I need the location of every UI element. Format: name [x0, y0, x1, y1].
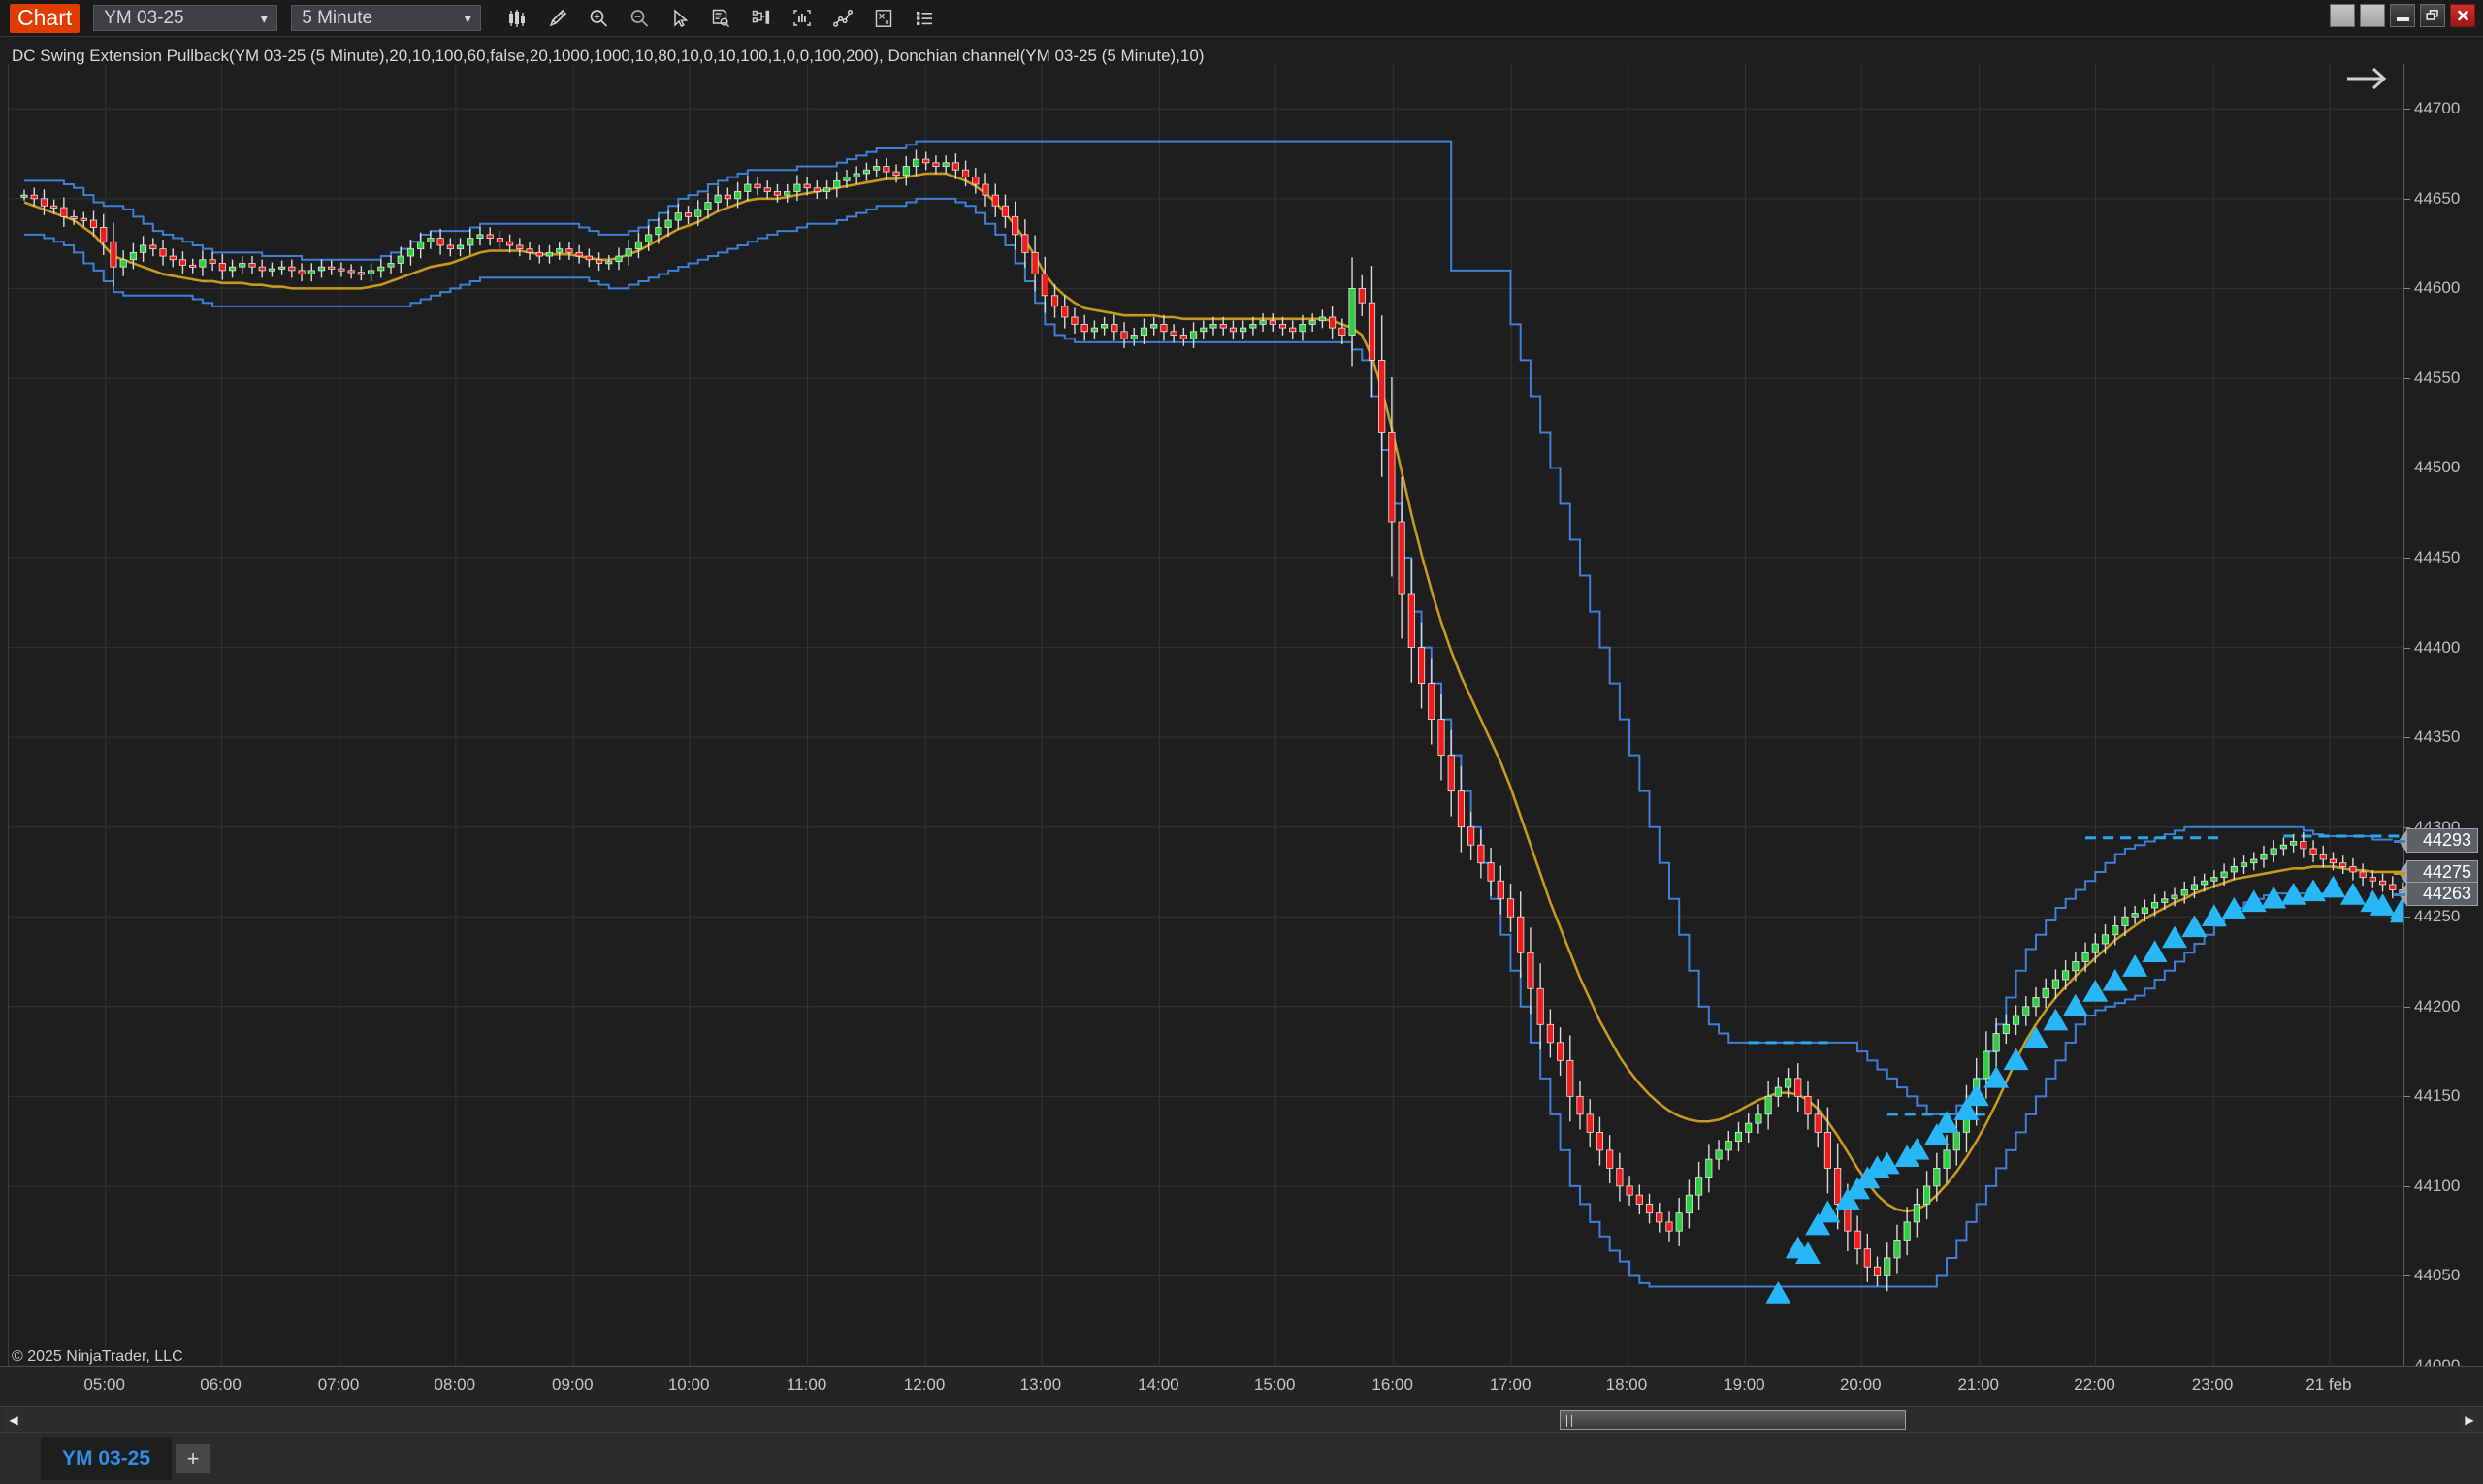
title-toolbar: Chart YM 03-25 ▾ 5 Minute ▾ [0, 0, 2483, 37]
time-axis-tick: 09:00 [552, 1375, 594, 1394]
window-controls [2330, 4, 2475, 27]
time-axis-tick: 11:00 [786, 1375, 827, 1394]
chart-type-candle-icon[interactable] [497, 0, 537, 37]
price-tag-marker [2394, 871, 2405, 875]
chart-list-icon[interactable] [904, 0, 945, 37]
chevron-down-icon[interactable]: ▾ [455, 6, 480, 30]
price-axis-tick: 44500 [2404, 458, 2460, 477]
instrument-value: YM 03-25 [104, 7, 184, 28]
time-axis-tick: 16:00 [1371, 1375, 1413, 1394]
price-axis-tick: 44200 [2404, 997, 2460, 1016]
price-axis-tick: 44450 [2404, 548, 2460, 567]
window-button-blank-1[interactable] [2330, 4, 2355, 27]
time-axis-tick: 14:00 [1138, 1375, 1179, 1394]
time-axis-tick: 13:00 [1019, 1375, 1062, 1394]
scroll-to-latest-arrow-icon[interactable] [2345, 66, 2390, 96]
time-axis-tick: 23:00 [2191, 1375, 2234, 1394]
zoom-in-icon[interactable] [578, 0, 619, 37]
price-tag: 44293 [2394, 827, 2478, 854]
drawing-tools-pencil-icon[interactable] [537, 0, 578, 37]
data-series-icon[interactable] [700, 0, 741, 37]
copyright-notice: © 2025 NinjaTrader, LLC [12, 1348, 183, 1365]
scroll-right-button[interactable]: ▶ [2460, 1409, 2479, 1431]
price-axis-tick: 44550 [2404, 369, 2460, 388]
interval-value: 5 Minute [302, 7, 373, 28]
price-axis-tick: 44650 [2404, 189, 2460, 209]
price-axis-tick: 44150 [2404, 1086, 2460, 1106]
tab-ym-03-25[interactable]: YM 03-25 [41, 1436, 173, 1480]
time-axis-tick: 07:00 [317, 1375, 360, 1394]
indicator-label: DC Swing Extension Pullback(YM 03-25 (5 … [12, 47, 1205, 65]
price-axis-tick: 44100 [2404, 1177, 2460, 1196]
price-tag-marker [2394, 893, 2405, 897]
chart-tab-bar: YM 03-25 + [0, 1432, 2483, 1484]
time-axis-tick: 19:00 [1724, 1375, 1765, 1394]
ninjatrader-chart-window: Chart YM 03-25 ▾ 5 Minute ▾ DC Swing Ext… [0, 0, 2483, 1484]
time-axis[interactable]: 05:00 06:00 07:00 08:00 09:00 10:00 11:00 12:00… [0, 1366, 2483, 1406]
chart-panel: DC Swing Extension Pullback(YM 03-25 (5 … [0, 37, 2483, 1406]
time-axis-tick: 05:00 [83, 1375, 125, 1394]
time-axis-tick: 20:00 [1839, 1375, 1882, 1394]
price-axis-tick: 44050 [2404, 1266, 2460, 1285]
instrument-selector[interactable]: YM 03-25 ▾ [93, 5, 278, 31]
time-axis-tick: 12:00 [903, 1375, 946, 1394]
time-axis-tick: 21:00 [1957, 1375, 2000, 1394]
close-button[interactable] [2450, 4, 2475, 27]
chart-window-badge: Chart [10, 3, 81, 33]
time-axis-tick: 18:00 [1605, 1375, 1648, 1394]
price-axis-tick: 44600 [2404, 278, 2460, 298]
chart-template-icon[interactable] [741, 0, 782, 37]
window-button-blank-2[interactable] [2360, 4, 2385, 27]
price-tag: 44263 [2394, 882, 2478, 908]
price-axis[interactable]: 44700 44650 44600 44550 44500 44450 44400 44350… [2394, 64, 2483, 1374]
price-axis-tick: 44350 [2404, 727, 2460, 747]
properties-icon[interactable] [863, 0, 904, 37]
price-axis-tick: 44250 [2404, 907, 2460, 926]
time-axis-tick: 21 feb [2306, 1375, 2352, 1394]
price-axis-tick: 44400 [2404, 638, 2460, 658]
price-axis-tick: 44700 [2404, 99, 2460, 118]
interval-selector[interactable]: 5 Minute ▾ [291, 5, 482, 31]
time-axis-tick: 08:00 [434, 1375, 476, 1394]
toolbar-icon-group [497, 0, 945, 36]
time-axis-tick: 10:00 [667, 1375, 710, 1394]
indicators-icon[interactable] [782, 0, 822, 37]
scroll-left-button[interactable]: ◀ [4, 1409, 23, 1431]
minimize-button[interactable] [2390, 4, 2415, 27]
maximize-restore-button[interactable] [2420, 4, 2445, 27]
zoom-out-icon[interactable] [619, 0, 660, 37]
time-axis-tick: 06:00 [200, 1375, 242, 1394]
add-tab-button[interactable]: + [176, 1443, 211, 1473]
time-axis-tick: 15:00 [1253, 1375, 1296, 1394]
time-axis-tick: 17:00 [1489, 1375, 1532, 1394]
chevron-down-icon[interactable]: ▾ [251, 6, 276, 30]
price-tag-marker [2394, 839, 2405, 843]
price-plot-area[interactable] [8, 64, 2429, 1366]
strategies-icon[interactable] [822, 0, 863, 37]
horizontal-scrollbar[interactable]: ◀ ▶ [0, 1406, 2483, 1432]
time-axis-tick: 22:00 [2074, 1375, 2115, 1394]
cursor-pointer-icon[interactable] [660, 0, 700, 37]
chart-svg [9, 64, 2429, 1366]
scrollbar-thumb[interactable] [1560, 1410, 1906, 1430]
